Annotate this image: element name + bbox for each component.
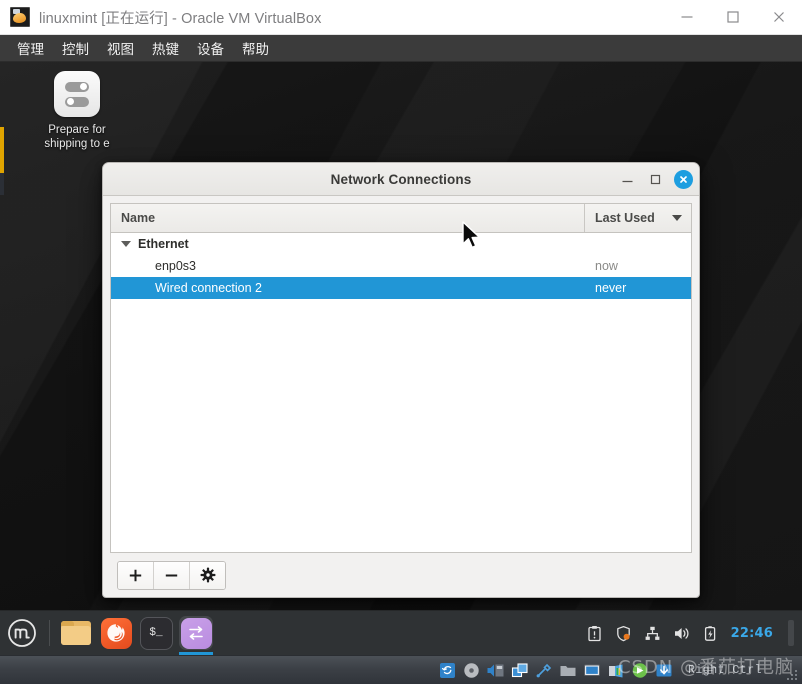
window-controls [664,0,802,34]
dialog-titlebar: Network Connections [103,163,699,196]
desktop-icon-prepare-for-shipping[interactable]: Prepare for shipping to e [36,71,118,151]
virtualbox-window: linuxmint [正在运行] - Oracle VM VirtualBox … [0,0,802,684]
resize-grip[interactable] [786,669,798,681]
list-group-ethernet[interactable]: Ethernet [111,233,691,255]
column-header-last-used-label: Last Used [595,211,655,225]
menu-item-view[interactable]: 视图 [98,36,143,60]
shared-folder-icon[interactable] [558,661,577,680]
virtualbox-titlebar: linuxmint [正在运行] - Oracle VM VirtualBox [0,0,802,35]
maximize-icon[interactable] [710,0,756,34]
hard-disk-icon[interactable] [438,661,457,680]
firefox-icon [100,617,132,649]
group-label: Ethernet [138,237,189,251]
audio-icon[interactable] [486,661,505,680]
vm-menubar: 管理 控制 视图 热键 设备 帮助 [0,35,802,62]
speaker-icon[interactable] [673,624,691,642]
list-header: Name Last Used [111,204,691,233]
host-key-label: Right Ctrl [688,663,763,677]
toggle-switches-icon [54,71,100,117]
network-tree-icon[interactable] [644,624,662,642]
close-icon[interactable] [756,0,802,34]
menu-item-hotkeys[interactable]: 热键 [143,36,188,60]
dialog-close-circle-icon[interactable] [674,169,693,189]
menu-item-help[interactable]: 帮助 [233,36,278,60]
mint-panel: $_ 22:46 [0,610,802,655]
video-capture-icon[interactable] [630,661,649,680]
optical-disk-icon[interactable] [462,661,481,680]
mouse-integration-icon[interactable] [654,661,673,680]
launcher-files[interactable] [59,616,93,650]
virtualbox-vm-icon [10,7,30,27]
window-title: linuxmint [正在运行] - Oracle VM VirtualBox [39,10,322,27]
column-header-name[interactable]: Name [111,204,585,232]
connections-list[interactable]: Ethernet enp0s3 now Wired connection 2 n… [111,233,691,552]
panel-launchers: $_ [55,616,213,655]
launcher-firefox[interactable] [99,616,133,650]
usb-icon[interactable] [534,661,553,680]
recording-icon[interactable] [606,661,625,680]
connection-toolbar [117,560,226,590]
panel-clock[interactable]: 22:46 [731,626,773,641]
column-header-last-used[interactable]: Last Used [585,204,691,232]
group-label-cell: Ethernet [111,237,585,251]
connections-list-frame: Name Last Used Ethernet enp0s3 now Wired… [110,203,692,553]
launcher-network-connections[interactable] [179,616,213,655]
panel-separator [49,620,50,646]
plus-icon [129,569,142,581]
dialog-footer [110,553,692,597]
panel-system-tray: 22:46 [586,620,802,646]
desktop-icon-label: Prepare for shipping to e [44,124,110,150]
display-icon[interactable] [582,661,601,680]
minimize-icon[interactable] [664,0,710,34]
dialog-title: Network Connections [330,171,472,187]
dialog-minimize-icon[interactable] [618,170,637,189]
sort-descending-icon [672,215,682,221]
gear-icon [200,567,215,583]
dialog-body: Name Last Used Ethernet enp0s3 now Wired… [103,196,699,597]
menu-item-devices[interactable]: 设备 [188,36,233,60]
add-connection-button[interactable] [118,561,154,589]
status-device-icons: Right Ctrl [438,661,762,680]
column-header-name-label: Name [121,211,156,225]
virtualbox-statusbar: Right Ctrl [0,655,802,684]
table-row[interactable]: enp0s3 now [111,255,691,277]
shield-icon[interactable] [615,624,633,642]
menu-item-manage[interactable]: 管理 [8,36,53,60]
chevron-down-icon[interactable] [121,241,131,247]
connection-last-used: never [595,281,627,295]
clipboard-alert-icon[interactable] [586,624,604,642]
network-icon[interactable] [510,661,529,680]
remove-connection-button[interactable] [154,561,190,589]
panel-grip[interactable] [788,620,794,646]
connection-name: Wired connection 2 [155,281,263,295]
edit-connection-button[interactable] [190,561,225,589]
battery-charging-icon[interactable] [702,624,720,642]
connection-last-used: now [595,259,618,273]
connection-name: enp0s3 [155,259,197,273]
menu-item-control[interactable]: 控制 [53,36,98,60]
background-window-edge-2[interactable] [0,173,4,195]
minus-icon [165,574,178,576]
terminal-icon: $_ [139,616,173,650]
launcher-terminal[interactable]: $_ [139,616,173,650]
linux-mint-menu-icon[interactable] [0,611,44,655]
background-window-edge[interactable] [0,127,4,173]
terminal-prompt-label: $_ [149,627,163,639]
table-row[interactable]: Wired connection 2 never [111,277,691,299]
dialog-window-controls [618,163,693,195]
network-connections-dialog: Network Connections Name Last Used Ether… [102,162,700,598]
folder-icon [61,621,91,645]
dialog-maximize-icon[interactable] [646,170,665,189]
guest-screen: Prepare for shipping to e Network Connec… [0,62,802,655]
network-exchange-icon [180,617,212,649]
